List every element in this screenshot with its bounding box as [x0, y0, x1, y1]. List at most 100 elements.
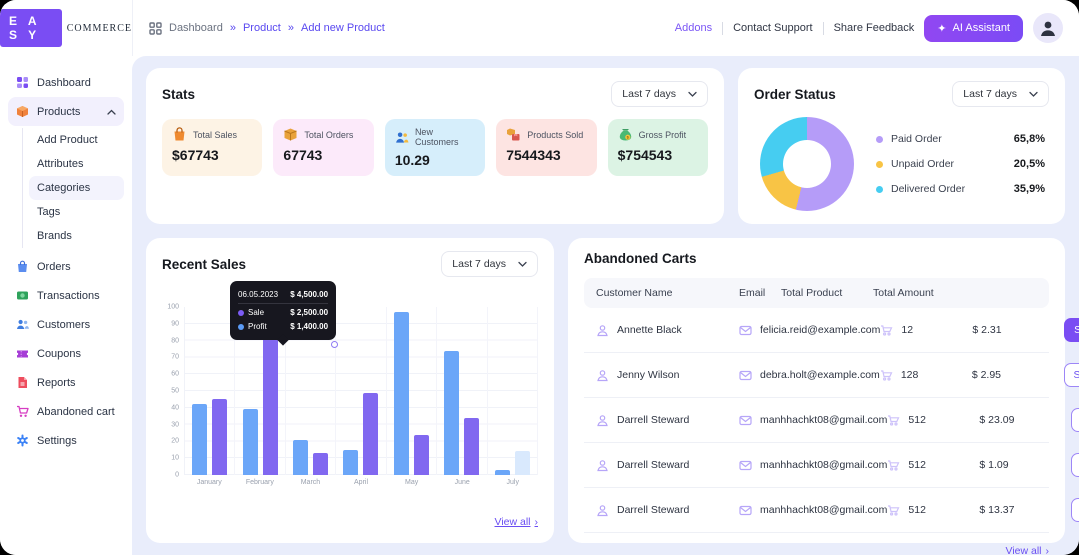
customer-email: manhhachkt08@gmail.com [760, 504, 887, 516]
email-icon [739, 324, 752, 337]
bar-sale[interactable] [414, 435, 429, 475]
view-button[interactable]: View [1071, 408, 1079, 432]
y-tick-label: 50 [171, 388, 179, 395]
sidebar-item-coupons[interactable]: Coupons [8, 339, 124, 368]
breadcrumb-product[interactable]: Product [243, 22, 281, 34]
sidebar-item-categories[interactable]: Categories [29, 176, 124, 200]
stats-period-dropdown[interactable]: Last 7 days [611, 81, 708, 107]
addons-link[interactable]: Addons [675, 22, 712, 34]
stat-tile-gross-profit[interactable]: $ Gross Profit $754543 [608, 119, 708, 176]
cart-icon [887, 414, 900, 427]
view-button[interactable]: View [1071, 453, 1079, 477]
customer-email: debra.holt@example.com [760, 369, 880, 381]
y-tick-label: 60 [171, 371, 179, 378]
bar-plot: JanuaryFebruaryMarchAprilMayJuneJuly 06.… [184, 307, 538, 504]
sparkle-icon: ✦ [937, 22, 946, 35]
customers-icon [16, 318, 29, 331]
total-amount: $ 2.31 [972, 324, 1064, 336]
order-status-title: Order Status [754, 87, 836, 102]
breadcrumb-dashboard[interactable]: Dashboard [169, 22, 223, 34]
stat-label: Products Sold [527, 130, 583, 140]
dashboard-icon [16, 76, 29, 89]
money-bag-icon: $ [618, 127, 633, 142]
bar-profit[interactable] [192, 404, 207, 475]
legend-value: 20,5% [1014, 158, 1049, 170]
abandoned-cart-icon [16, 405, 29, 418]
customer-email: manhhachkt08@gmail.com [760, 459, 887, 471]
bar-sale[interactable] [515, 451, 530, 475]
x-tick-label: March [285, 479, 336, 486]
y-tick-label: 80 [171, 337, 179, 344]
table-row: Jenny Wilsondebra.holt@example.com128$ 2… [584, 353, 1049, 398]
col-total-product: Total Product [781, 287, 873, 299]
cart-icon [887, 504, 900, 517]
sidebar-item-brands[interactable]: Brands [29, 224, 124, 248]
order-status-period-dropdown[interactable]: Last 7 days [952, 81, 1049, 107]
sidebar-item-customers[interactable]: Customers [8, 310, 124, 339]
customer-email: manhhachkt08@gmail.com [760, 414, 887, 426]
ai-assistant-button[interactable]: ✦ AI Assistant [924, 15, 1023, 42]
stat-label: Total Sales [193, 130, 237, 140]
table-row: Darrell Stewardmanhhachkt08@gmail.com512… [584, 488, 1049, 533]
bar-profit[interactable] [343, 450, 358, 475]
logo[interactable]: E A S Y COMMERCE [0, 0, 132, 56]
view-button[interactable]: View [1071, 498, 1079, 522]
breadcrumb-add-new-product[interactable]: Add new Product [301, 22, 385, 34]
col-total-amount: Total Amount [873, 287, 965, 299]
send-button[interactable]: Send [1064, 363, 1079, 387]
abandoned-carts-view-all-link[interactable]: View all › [1006, 545, 1050, 555]
paid-order-dot [876, 136, 883, 143]
sidebar-item-orders[interactable]: Orders [8, 252, 124, 281]
sidebar-item-abandoned-cart[interactable]: Abandoned cart [8, 397, 124, 426]
bar-profit[interactable] [444, 351, 459, 475]
sidebar-item-products[interactable]: Products [8, 97, 124, 126]
bar-sale[interactable] [212, 399, 227, 475]
bar-profit[interactable] [495, 470, 510, 475]
stat-tile-total-sales[interactable]: Total Sales $67743 [162, 119, 262, 176]
email-icon [739, 504, 752, 517]
stat-tile-products-sold[interactable]: Products Sold 7544343 [496, 119, 596, 176]
sidebar-item-tags[interactable]: Tags [29, 200, 124, 224]
sidebar-item-dashboard[interactable]: Dashboard [8, 68, 124, 97]
y-labels: 1009080706050403020100 [162, 307, 184, 504]
sidebar-item-transactions[interactable]: Transactions [8, 281, 124, 310]
legend-value: 35,9% [1014, 183, 1049, 195]
sidebar-item-add-product[interactable]: Add Product [29, 128, 124, 152]
contact-support-link[interactable]: Contact Support [733, 22, 813, 34]
bar-sale[interactable] [464, 418, 479, 475]
stat-tile-total-orders[interactable]: Total Orders 67743 [273, 119, 373, 176]
chevron-up-icon [107, 109, 116, 115]
sidebar-item-settings[interactable]: Settings [8, 426, 124, 455]
stat-tile-new-customers[interactable]: New Customers 10.29 [385, 119, 485, 176]
total-product: 512 [908, 459, 926, 471]
y-tick-label: 30 [171, 421, 179, 428]
tooltip-sale-value: $ 2,500.00 [290, 308, 328, 317]
customer-email: felicia.reid@example.com [760, 324, 880, 336]
stat-label: Gross Profit [639, 130, 687, 140]
x-tick-label: January [184, 479, 235, 486]
y-tick-label: 100 [167, 304, 179, 311]
user-avatar[interactable] [1033, 13, 1063, 43]
grid-icon [149, 22, 162, 35]
send-button[interactable]: Send [1064, 318, 1079, 342]
bar-sale[interactable] [263, 337, 278, 475]
sidebar-item-attributes[interactable]: Attributes [29, 152, 124, 176]
recent-sales-view-all-link[interactable]: View all › [495, 516, 539, 528]
bar-profit[interactable] [394, 312, 409, 475]
bar-sale[interactable] [313, 453, 328, 475]
sidebar-item-reports[interactable]: Reports [8, 368, 124, 397]
recent-sales-period-dropdown[interactable]: Last 7 days [441, 251, 538, 277]
divider [722, 22, 723, 35]
share-feedback-link[interactable]: Share Feedback [834, 22, 915, 34]
bar-profit[interactable] [243, 409, 258, 475]
email-icon [739, 459, 752, 472]
stat-value: 67743 [283, 147, 363, 163]
sidebar-label: Coupons [37, 348, 81, 360]
stat-value: $754543 [618, 147, 698, 163]
bar-profit[interactable] [293, 440, 308, 475]
breadcrumb-separator: » [288, 22, 294, 34]
bar-sale[interactable] [363, 393, 378, 475]
y-tick-label: 70 [171, 354, 179, 361]
x-tick-label: June [437, 479, 488, 486]
person-icon [596, 324, 609, 337]
